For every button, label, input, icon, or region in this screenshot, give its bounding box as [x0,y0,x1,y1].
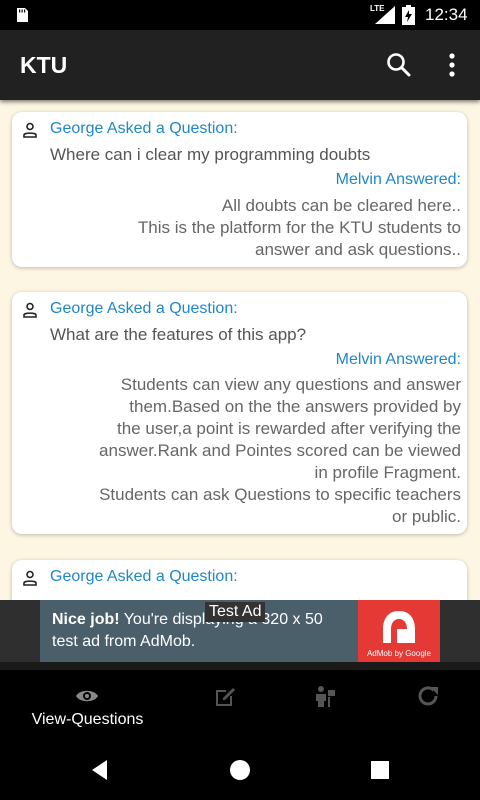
ad-text: Nice job! You're displaying a 320 x 50 t… [52,609,352,653]
nav-view-questions[interactable]: View-Questions [0,670,175,748]
eye-icon [76,690,98,702]
admob-logo: AdMob by Google [358,600,440,662]
question-card[interactable]: George Asked a Question: [12,560,467,600]
edit-icon [216,688,235,706]
system-navigation-bar [0,740,480,800]
answer-line: Students can view any questions and answ… [120,375,461,394]
leaderboard-icon [316,686,335,707]
admob-logo-icon [383,611,415,643]
nav-refresh[interactable] [375,670,480,748]
admob-caption: AdMob by Google [366,649,432,658]
answer-line: This is the platform for the KTU student… [137,218,461,237]
answerer-label: Melvin Answered: [335,351,461,368]
ad-headline: Nice job! [52,611,120,628]
more-vert-icon[interactable] [440,52,464,78]
battery-charging-icon [402,5,415,25]
answer-line: them.Based on the the answers provided b… [129,397,461,416]
clock: 12:34 [425,5,468,24]
answer-line: or public. [392,507,461,526]
answer-line: answer.Rank and Pointes scored can be vi… [99,441,461,460]
question-text: What are the features of this app? [50,325,307,344]
asker-label: George Asked a Question: [50,568,238,585]
bottom-navigation: View-Questions [0,662,480,748]
answer-line: Students can ask Questions to specific t… [99,485,461,504]
answerer-label: Melvin Answered: [335,171,461,188]
status-bar: LTE 12:34 [0,0,480,30]
app-title: KTU [20,52,68,78]
nav-ask-question[interactable] [175,670,275,748]
recents-icon[interactable] [368,758,392,782]
person-icon [23,570,37,586]
answer-text: Students can view any questions and answ… [41,374,461,528]
asker-label: George Asked a Question: [50,300,238,317]
answer-text: All doubts can be cleared here.. This is… [41,195,461,261]
answer-line: All doubts can be cleared here.. [221,196,461,215]
answer-line: in profile Fragment. [314,463,461,482]
answer-line: answer and ask questions.. [254,240,461,259]
app-bar: KTU [0,30,480,100]
answer-line: the user,a point is rewarded after verif… [117,419,461,438]
signal-icon [375,6,395,24]
refresh-icon [418,686,438,706]
question-card[interactable]: George Asked a Question: Where can i cle… [12,112,467,267]
nav-leaderboard[interactable] [275,670,375,748]
question-card[interactable]: George Asked a Question: What are the fe… [12,292,467,534]
search-icon[interactable] [386,52,412,78]
asker-label: George Asked a Question: [50,120,238,137]
person-icon [23,302,37,318]
person-icon [23,122,37,138]
back-icon[interactable] [88,758,112,782]
nav-label: View-Questions [31,711,144,728]
question-text: Where can i clear my programming doubts [50,145,371,164]
sd-card-icon [17,8,28,22]
questions-list[interactable]: George Asked a Question: Where can i cle… [0,100,480,600]
test-ad-label: Test Ad [205,602,266,622]
home-icon[interactable] [228,758,252,782]
